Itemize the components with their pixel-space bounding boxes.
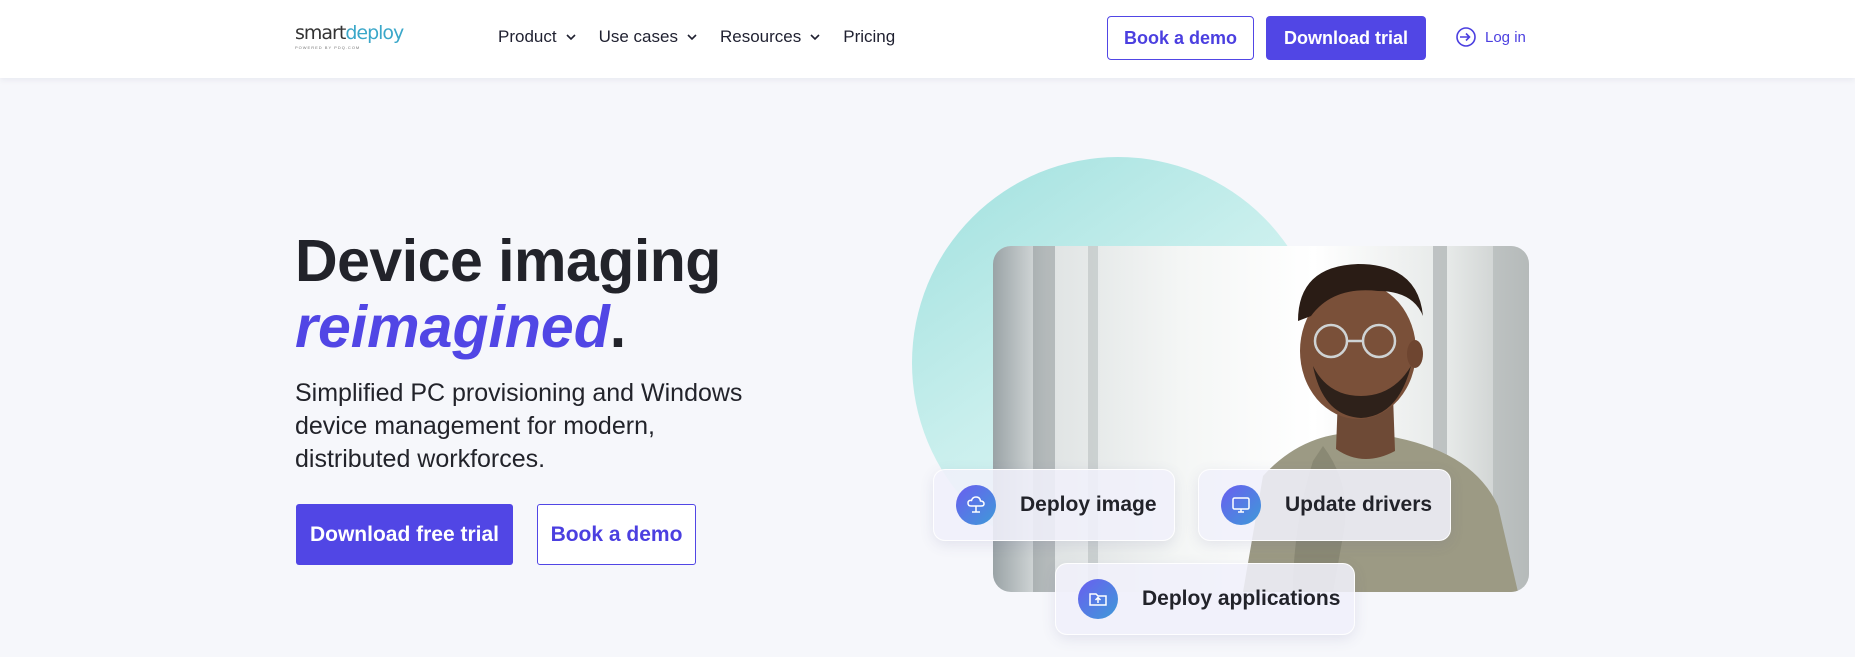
chevron-down-icon [810, 34, 820, 41]
nav-item-product[interactable]: Product [498, 27, 577, 47]
hero-title-period: . [609, 294, 627, 360]
deploy-applications-chip: Deploy applications [1055, 563, 1355, 635]
nav-item-label: Product [498, 27, 557, 46]
main-nav: Product Use cases Resources Pricing [498, 27, 895, 47]
hero-subtitle: Simplified PC provisioning and Windows d… [295, 379, 743, 473]
login-label: Log in [1485, 28, 1526, 46]
logo-text-main: smart [295, 22, 346, 44]
download-free-trial-button[interactable]: Download free trial [296, 504, 513, 565]
logo-text-accent: deploy [345, 22, 404, 44]
chevron-down-icon [687, 34, 697, 41]
folder-upload-icon [1078, 579, 1118, 619]
nav-item-use-cases[interactable]: Use cases [599, 27, 698, 47]
hero-title-accent-line: reimagined. [295, 294, 626, 360]
nav-item-pricing[interactable]: Pricing [843, 27, 895, 47]
deploy-image-chip: Deploy image [933, 469, 1175, 541]
nav-item-label: Resources [719, 27, 802, 46]
nav-item-resources[interactable]: Resources [720, 27, 821, 47]
nav-item-label: Pricing [843, 27, 896, 46]
chip-label: Deploy image [1020, 493, 1157, 516]
monitor-icon [1221, 485, 1261, 525]
chip-label: Deploy applications [1142, 587, 1341, 610]
site-header: smartdeploy POWERED BY PDQ.COM Product U… [0, 0, 1855, 78]
nav-item-label: Use cases [598, 27, 678, 46]
hero-book-demo-button[interactable]: Book a demo [537, 504, 696, 565]
logo-subtext: POWERED BY PDQ.COM [295, 45, 361, 50]
book-demo-button[interactable]: Book a demo [1107, 16, 1254, 60]
login-arrow-icon [1456, 27, 1476, 47]
chevron-down-icon [566, 34, 576, 41]
hero-title: Device imaging [295, 228, 721, 294]
download-trial-button[interactable]: Download trial [1266, 16, 1426, 60]
login-link[interactable]: Log in [1455, 26, 1526, 48]
update-drivers-chip: Update drivers [1198, 469, 1451, 541]
cloud-deploy-icon [956, 485, 996, 525]
chip-label: Update drivers [1285, 493, 1433, 516]
hero-title-accent: reimagined [295, 294, 610, 360]
smartdeploy-logo[interactable]: smartdeploy POWERED BY PDQ.COM [295, 24, 405, 54]
